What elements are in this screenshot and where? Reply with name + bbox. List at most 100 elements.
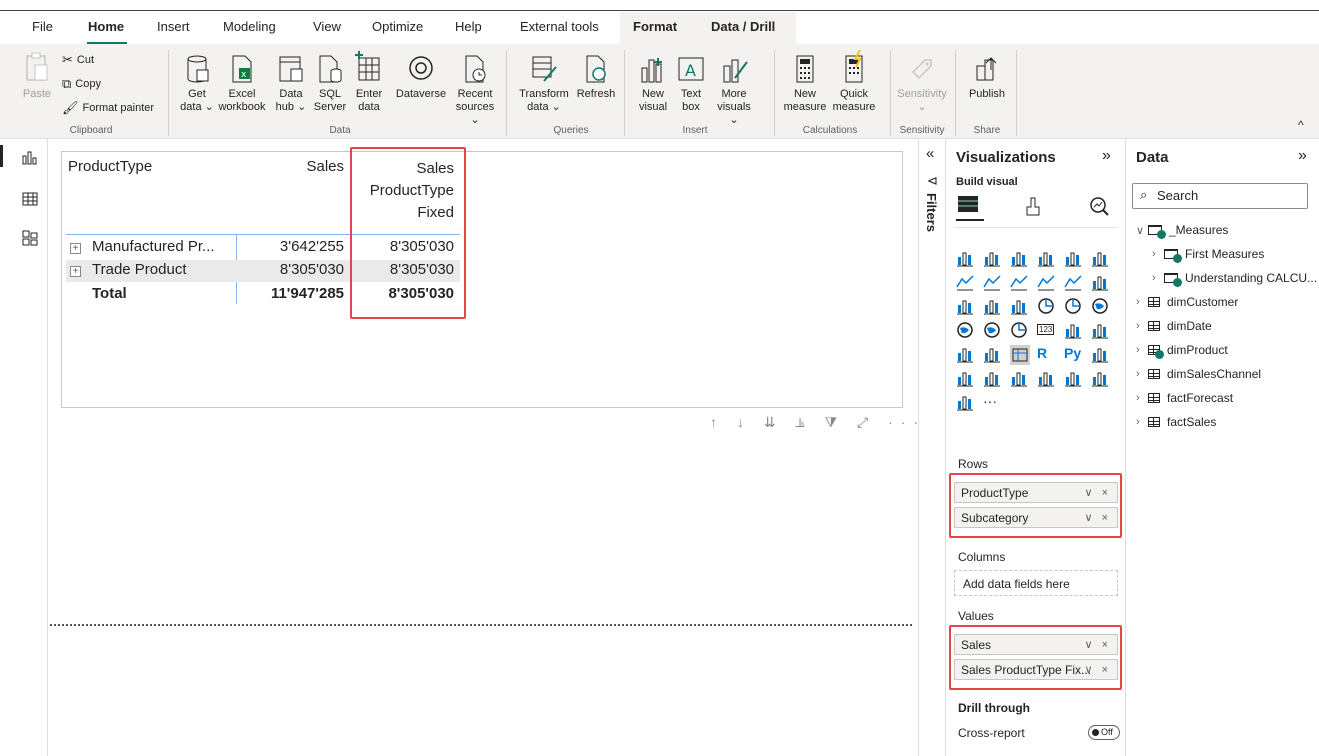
field-tree-item[interactable]: › Understanding CALCU... bbox=[1152, 271, 1317, 287]
sensitivity-button[interactable]: Sensitivity ⌄ bbox=[893, 54, 951, 114]
chevron-right-icon[interactable]: › bbox=[1136, 392, 1144, 404]
area-chart-icon[interactable] bbox=[983, 273, 1001, 291]
tab-home[interactable]: Home bbox=[88, 19, 124, 34]
dataverse-button[interactable]: Dataverse bbox=[390, 54, 452, 101]
smart-narrative-visual-icon[interactable] bbox=[1010, 369, 1028, 387]
more-visuals-icon[interactable]: ··· bbox=[983, 393, 1001, 411]
field-tree-item[interactable]: › dimDate bbox=[1136, 319, 1212, 333]
chevron-right-icon[interactable]: › bbox=[1152, 248, 1160, 260]
line-chart-icon[interactable] bbox=[956, 273, 974, 291]
tab-external-tools[interactable]: External tools bbox=[520, 19, 599, 34]
paste-button[interactable]: Paste bbox=[20, 52, 54, 101]
format-visual-icon[interactable] bbox=[1022, 195, 1044, 217]
table-visual-icon[interactable] bbox=[983, 345, 1001, 363]
filters-toggle-icon[interactable]: ⊲ bbox=[927, 173, 938, 189]
cross-report-toggle[interactable]: Off bbox=[1088, 725, 1120, 740]
python-visual-icon[interactable]: Py bbox=[1064, 345, 1082, 363]
focus-mode-icon[interactable]: ⤢ bbox=[857, 414, 876, 430]
line-and-clustered-column-chart-icon[interactable] bbox=[1064, 273, 1082, 291]
table-view-icon[interactable] bbox=[22, 191, 38, 207]
decomposition-tree-visual-icon[interactable] bbox=[956, 369, 974, 387]
report-canvas[interactable]: ProductType Sales Sales ProductType Fixe… bbox=[48, 139, 918, 756]
new-visual-button[interactable]: New visual bbox=[636, 54, 670, 114]
excel-workbook-button[interactable]: x Excel workbook bbox=[216, 54, 268, 114]
publish-button[interactable]: Publish bbox=[966, 54, 1008, 101]
drill-up-icon[interactable]: ↑ bbox=[710, 414, 725, 430]
100-stacked-bar-chart-icon[interactable] bbox=[1064, 249, 1082, 267]
sql-server-button[interactable]: SQL Server bbox=[312, 54, 348, 114]
r-script-visual-icon[interactable]: R bbox=[1037, 345, 1055, 363]
matrix-visual[interactable]: ProductType Sales Sales ProductType Fixe… bbox=[61, 147, 903, 408]
new-measure-button[interactable]: New measure bbox=[782, 54, 828, 114]
chevron-down-icon[interactable]: ∨ bbox=[1136, 224, 1144, 237]
waterfall-chart-icon[interactable] bbox=[956, 297, 974, 315]
model-view-icon[interactable] bbox=[22, 230, 38, 246]
filled-map-visual-icon[interactable] bbox=[983, 321, 1001, 339]
ribbon-chart-icon[interactable] bbox=[1091, 273, 1109, 291]
chevron-right-icon[interactable]: › bbox=[1136, 344, 1144, 356]
field-tree-item[interactable]: › dimProduct bbox=[1136, 343, 1228, 359]
map-visual-icon[interactable] bbox=[956, 321, 974, 339]
quick-measure-button[interactable]: Quick measure bbox=[830, 50, 878, 114]
chevron-right-icon[interactable]: › bbox=[1136, 416, 1144, 428]
key-influencers-visual-icon[interactable] bbox=[1091, 345, 1109, 363]
qa-visual-icon[interactable] bbox=[983, 369, 1001, 387]
field-tree-item[interactable]: › dimCustomer bbox=[1136, 295, 1238, 309]
field-tree-item[interactable]: ∨ _Measures bbox=[1136, 223, 1228, 239]
tab-format[interactable]: Format bbox=[633, 19, 677, 34]
report-view-icon[interactable] bbox=[22, 150, 38, 166]
gauge-visual-icon[interactable] bbox=[1010, 321, 1028, 339]
stacked-bar-chart-icon[interactable] bbox=[956, 249, 974, 267]
recent-sources-button[interactable]: Recent sources ⌄ bbox=[452, 54, 498, 127]
pie-chart-icon[interactable] bbox=[1037, 297, 1055, 315]
transform-data-button[interactable]: Transform data ⌄ bbox=[516, 54, 572, 114]
funnel-chart-icon[interactable] bbox=[983, 297, 1001, 315]
header-sales[interactable]: Sales bbox=[252, 158, 344, 175]
field-tree-item[interactable]: › dimSalesChannel bbox=[1136, 367, 1261, 381]
analytics-icon[interactable] bbox=[1088, 195, 1110, 217]
drill-down-icon[interactable]: ↓ bbox=[737, 414, 752, 430]
filter-icon[interactable]: ⧩ bbox=[825, 414, 846, 430]
format-painter-button[interactable]: 🖌 Format painter bbox=[62, 100, 154, 116]
chevron-right-icon[interactable]: › bbox=[1136, 296, 1144, 308]
scatter-chart-icon[interactable] bbox=[1010, 297, 1028, 315]
header-producttype[interactable]: ProductType bbox=[68, 158, 152, 175]
treemap-chart-icon[interactable] bbox=[1091, 297, 1109, 315]
power-apps-visual-icon[interactable] bbox=[1091, 369, 1109, 387]
multi-row-card-visual-icon[interactable] bbox=[1064, 321, 1082, 339]
stacked-area-chart-icon[interactable] bbox=[1010, 273, 1028, 291]
refresh-button[interactable]: Refresh bbox=[574, 54, 618, 101]
expand-row-button[interactable]: + bbox=[70, 266, 81, 277]
collapse-pane-icon[interactable]: « bbox=[926, 145, 934, 162]
cut-button[interactable]: ✂ Cut bbox=[62, 52, 94, 68]
build-visual-tab[interactable] bbox=[956, 193, 984, 221]
columns-drop-zone[interactable]: Add data fields here bbox=[954, 570, 1118, 596]
chevron-right-icon[interactable]: › bbox=[1136, 320, 1144, 332]
more-visuals-button[interactable]: More visuals ⌄ bbox=[712, 54, 756, 127]
field-tree-item[interactable]: › factSales bbox=[1136, 415, 1216, 429]
metrics-visual-icon[interactable] bbox=[1037, 369, 1055, 387]
paginated-report-visual-icon[interactable] bbox=[1064, 369, 1082, 387]
field-tree-item[interactable]: › factForecast bbox=[1136, 391, 1233, 405]
expand-pane-icon[interactable]: » bbox=[1298, 147, 1307, 165]
expand-row-button[interactable]: + bbox=[70, 243, 81, 254]
clustered-column-chart-icon[interactable] bbox=[1037, 249, 1055, 267]
text-box-button[interactable]: A Text box bbox=[676, 54, 706, 114]
matrix-visual-icon[interactable] bbox=[1010, 345, 1030, 365]
filters-pane-collapsed[interactable]: « ⊲ Filters bbox=[918, 139, 946, 756]
chevron-right-icon[interactable]: › bbox=[1152, 272, 1160, 284]
tab-data-drill[interactable]: Data / Drill bbox=[711, 19, 775, 34]
collapse-ribbon-icon[interactable]: ^ bbox=[1298, 118, 1304, 132]
tab-view[interactable]: View bbox=[313, 19, 341, 34]
filters-label[interactable]: Filters bbox=[924, 193, 939, 232]
search-input[interactable]: ⌕ Search bbox=[1132, 183, 1308, 209]
tab-optimize[interactable]: Optimize bbox=[372, 19, 423, 34]
slicer-visual-icon[interactable] bbox=[956, 345, 974, 363]
100-stacked-column-chart-icon[interactable] bbox=[1091, 249, 1109, 267]
expand-all-icon[interactable]: ⫡ bbox=[795, 414, 812, 430]
expand-pane-icon[interactable]: » bbox=[1102, 147, 1111, 165]
line-and-column-chart-icon[interactable] bbox=[1037, 273, 1055, 291]
get-data-button[interactable]: Get data ⌄ bbox=[176, 54, 218, 114]
tab-file[interactable]: File bbox=[32, 19, 53, 34]
kpi-visual-icon[interactable] bbox=[1091, 321, 1109, 339]
